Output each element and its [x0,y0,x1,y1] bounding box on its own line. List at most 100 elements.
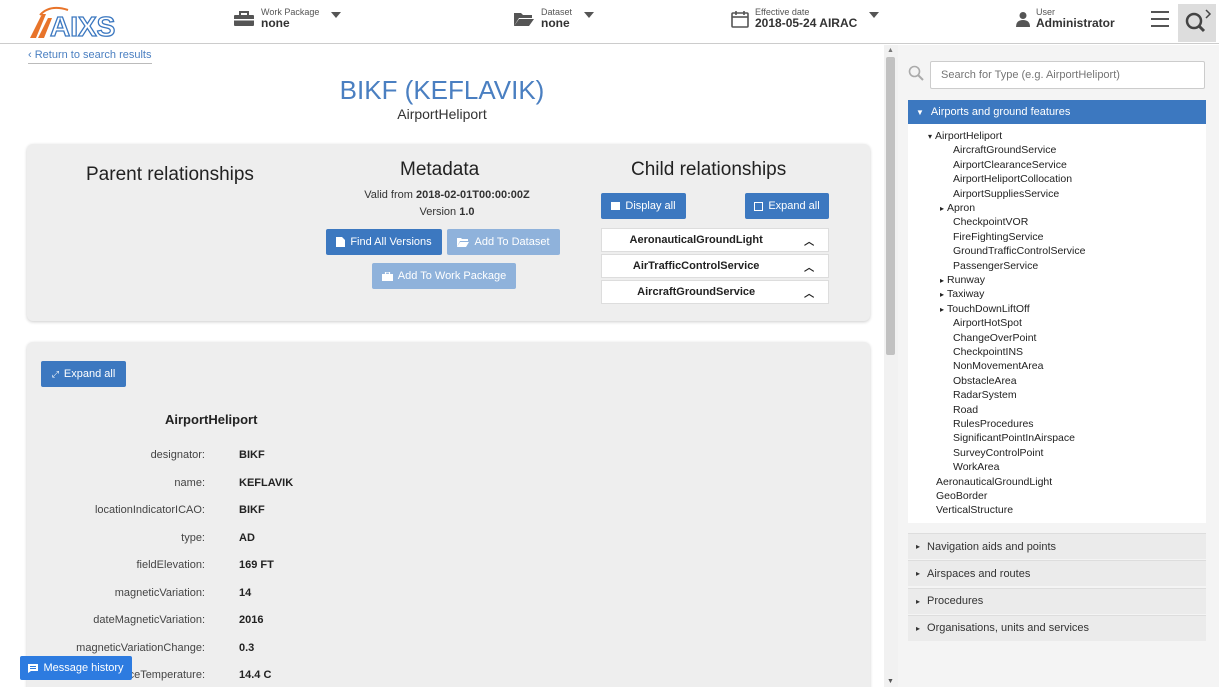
message-history-button[interactable]: Message history [20,656,132,680]
tree-item-label: WorkArea [953,461,1000,474]
folder-open-icon [514,13,534,26]
tree-item[interactable]: ▸ Runway [940,274,985,287]
calendar-icon [731,11,749,28]
add-to-work-package-button[interactable]: Add To Work Package [372,263,516,289]
search-icon [908,65,924,81]
category-label: Airspaces and routes [927,567,1031,580]
find-all-versions-label: Find All Versions [350,236,432,248]
effective-date-selector[interactable]: Effective date 2018-05-24 AIRAC [731,8,880,30]
user-menu[interactable]: User Administrator [1016,8,1115,30]
valid-from-value: 2018-02-01T00:00:00Z [416,189,530,201]
message-history-label: Message history [43,662,124,674]
user-name: Administrator [1036,16,1115,30]
caret-right-icon: ▸ [916,542,921,551]
property-value: 0.3 [239,641,255,654]
tree-item-label: RulesProcedures [953,418,1034,430]
tree-item[interactable]: SurveyControlPoint [953,447,1043,460]
child-expand-all-button[interactable]: Expand all [745,193,829,219]
dataset-selector[interactable]: Dataset none [513,8,595,30]
scrollbar-thumb[interactable] [886,57,895,355]
tree-item-label: SurveyControlPoint [953,446,1044,459]
tree-item-label: CheckpointVOR [953,216,1029,229]
property-value: 14.4 C [239,669,272,681]
version-label: Version [419,206,457,218]
work-package-selector[interactable]: Work Package none [233,8,342,30]
relationships-card: Parent relationships Metadata Valid from… [27,144,870,321]
tree-item-label: AirportSuppliesService [953,187,1060,200]
aixm-logo[interactable]: AIXS [28,6,158,40]
scroll-up-icon[interactable]: ▲ [887,47,894,54]
child-relationship-item[interactable]: AircraftGroundService ︿ [601,280,829,304]
child-relationship-item[interactable]: AirTrafficControlService ︿ [601,254,829,278]
category-item[interactable]: ▸ Procedures [908,587,1206,614]
category-item[interactable]: ▸ Organisations, units and services [908,614,1206,641]
tree-item[interactable]: AirportHeliportCollocation [953,173,1072,186]
tree-item[interactable]: CheckpointINS [953,346,1023,359]
caret-right-icon: ▸ [940,304,945,314]
category-airports-ground-features[interactable]: ▼ Airports and ground features [908,100,1206,124]
tree-item[interactable]: AirportClearanceService [953,159,1067,172]
property-key: type: [181,531,205,544]
square-icon [611,202,621,210]
tree-item[interactable]: ▾ AirportHeliport [928,130,1002,143]
chevron-up-icon: ︿ [804,236,815,248]
tree-item[interactable]: ChangeOverPoint [953,332,1036,345]
tree-item[interactable]: ObstacleArea [953,375,1017,388]
find-all-versions-button[interactable]: Find All Versions [326,229,442,255]
property-value: 14 [239,586,252,599]
tree-item[interactable]: CheckpointVOR [953,216,1028,229]
valid-from-label: Valid from [364,189,413,201]
property-value: 2016 [239,614,264,626]
tree-item[interactable]: ▸ TouchDownLiftOff [940,303,1030,316]
details-expand-all-button[interactable]: ⤢ Expand all [41,361,126,387]
tree-item[interactable]: RulesProcedures [953,418,1034,431]
child-relationship-item[interactable]: AeronauticalGroundLight ︿ [601,228,829,252]
tree-item[interactable]: NonMovementArea [953,360,1043,373]
display-all-button[interactable]: Display all [601,193,686,219]
tree-item[interactable]: GeoBorder [936,490,987,503]
tree-item[interactable]: SignificantPointInAirspace [953,432,1075,445]
tree-item-label: AirportClearanceService [953,158,1067,171]
tree-item[interactable]: AeronauticalGroundLight [936,476,1052,489]
tree-item[interactable]: PassengerService [953,260,1038,273]
dataset-value: none [541,16,570,30]
tree-item-label: GeoBorder [936,490,988,502]
tree-item[interactable]: FireFightingService [953,231,1043,244]
user-icon [1016,12,1030,27]
add-to-dataset-button[interactable]: Add To Dataset [447,229,560,255]
tree-item[interactable]: ▸ Taxiway [940,288,984,301]
version: Version 1.0 [327,206,567,218]
tree-item[interactable]: Road [953,404,978,417]
tree-item[interactable]: ▸ Apron [940,202,975,215]
tree-item-label: ChangeOverPoint [953,331,1037,344]
return-to-search-link[interactable]: ‹ Return to search results [28,49,152,64]
tree-item[interactable]: GroundTrafficControlService [953,245,1085,258]
scroll-down-icon[interactable]: ▼ [887,678,894,685]
chevron-down-icon: ▼ [916,107,924,117]
property-value: BIKF [239,504,265,516]
category-item[interactable]: ▸ Navigation aids and points [908,533,1206,559]
tree-item[interactable]: VerticalStructure [936,504,1013,517]
tree-item-label: AeronauticalGroundLight [936,475,1053,488]
tree-item-label: AirportHeliport [935,130,1003,142]
display-all-label: Display all [625,200,676,212]
tree-item-label: ObstacleArea [953,374,1017,387]
tree-item[interactable]: AircraftGroundService [953,144,1056,157]
tree-item-label: RadarSystem [953,389,1017,402]
work-package-value: none [261,16,290,30]
search-panel-toggle[interactable] [1178,4,1216,42]
chevron-down-icon [584,12,595,18]
metadata-heading: Metadata [400,159,480,180]
type-search-input[interactable] [930,61,1205,89]
caret-right-icon: ▸ [940,276,945,285]
parent-relationships-heading: Parent relationships [86,164,254,185]
child-expand-all-label: Expand all [768,200,820,212]
hamburger-menu-icon[interactable] [1151,11,1169,27]
tree-item[interactable]: RadarSystem [953,389,1017,402]
main-scrollbar[interactable]: ▲ ▼ [884,45,898,687]
tree-item[interactable]: WorkArea [953,461,1000,474]
tree-item[interactable]: AirportHotSpot [953,317,1022,330]
tree-item[interactable]: AirportSuppliesService [953,188,1059,201]
category-item[interactable]: ▸ Airspaces and routes [908,560,1206,587]
property-value: BIKF [239,449,265,461]
